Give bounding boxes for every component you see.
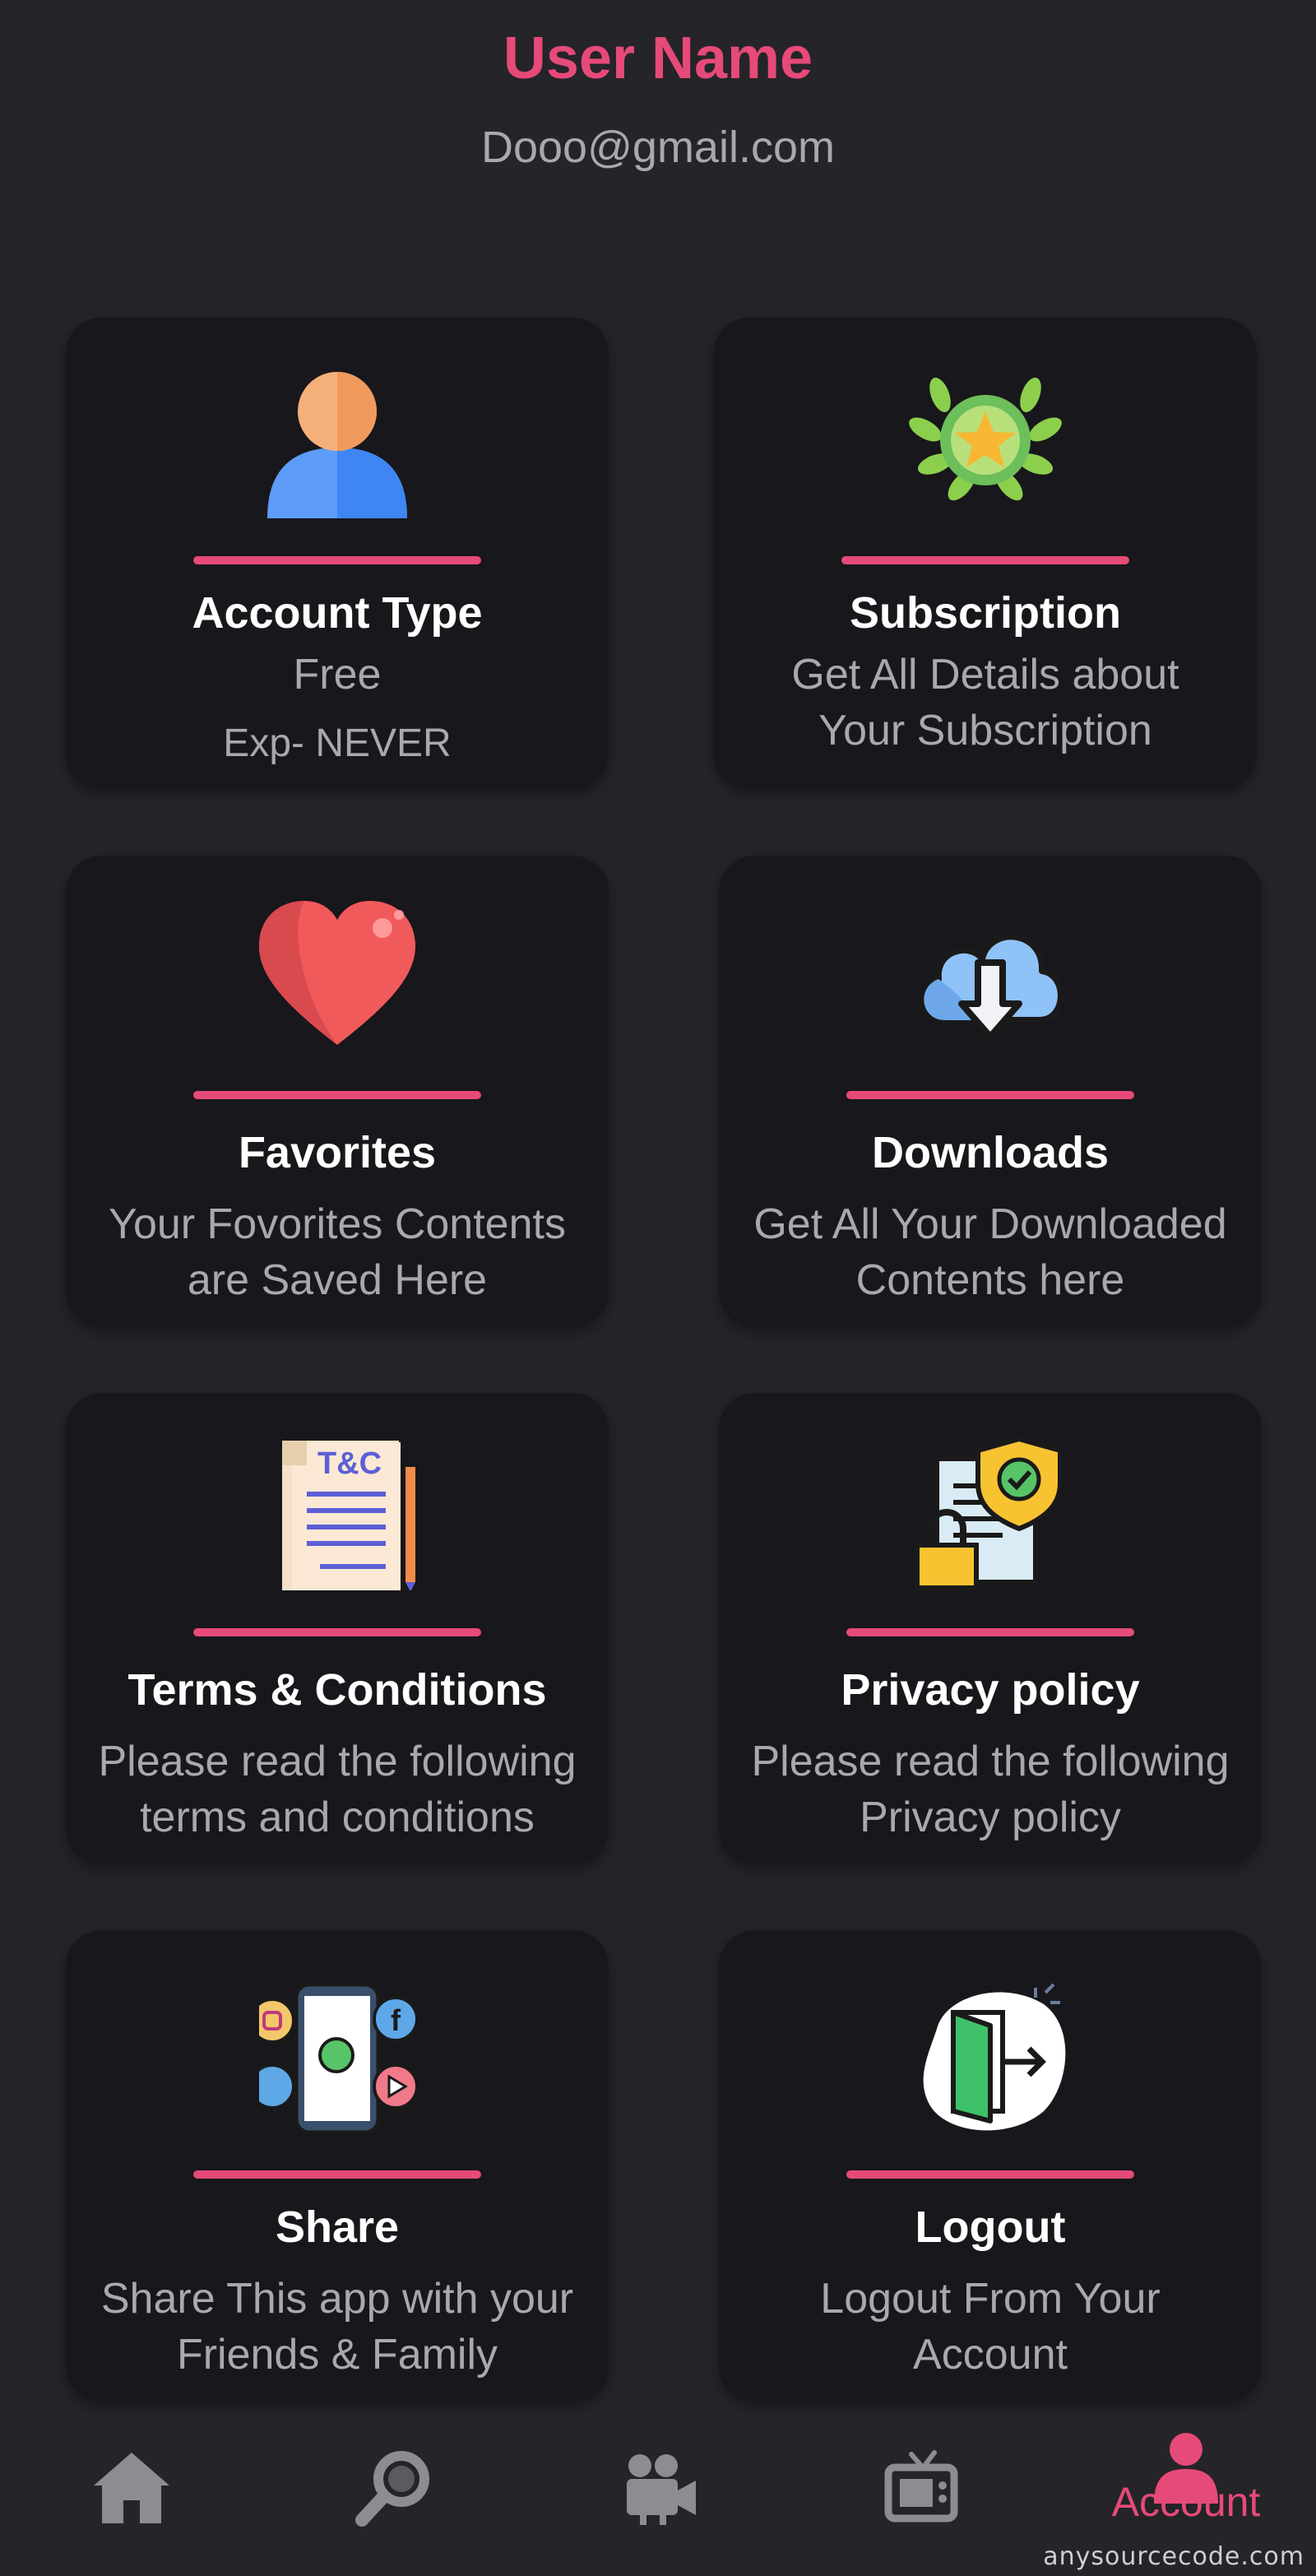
user-avatar-icon xyxy=(267,372,407,518)
card-title: Downloads xyxy=(871,1128,1109,1177)
user-name: User Name xyxy=(503,26,813,91)
card-divider xyxy=(841,556,1129,564)
card-description: Logout From Your xyxy=(820,2275,1161,2323)
nav-video[interactable] xyxy=(526,2415,790,2576)
privacy-policy-card[interactable]: Privacy policy Please read the following… xyxy=(719,1393,1262,1865)
card-description: Please read the following xyxy=(98,1738,577,1785)
video-camera-icon xyxy=(627,2454,696,2525)
account-type-card[interactable]: Account Type Free Exp- NEVER xyxy=(66,318,609,790)
user-email: Dooo@gmail.com xyxy=(481,123,835,172)
card-title: Favorites xyxy=(238,1128,437,1177)
card-divider xyxy=(193,2170,481,2179)
subscription-card[interactable]: Subscription Get All Details about Your … xyxy=(714,318,1257,790)
favorites-card[interactable]: Favorites Your Fovorites Contents are Sa… xyxy=(66,856,609,1328)
card-divider xyxy=(193,1628,481,1636)
card-title: Share xyxy=(275,2202,400,2252)
card-title: Privacy policy xyxy=(841,1665,1140,1715)
card-description-line2: Your Subscription xyxy=(818,707,1152,754)
cloud-download-icon xyxy=(920,933,1064,1040)
watermark: anysourcecode.com xyxy=(1043,2542,1304,2571)
card-description: Free xyxy=(293,651,382,699)
card-description-line2: Exp- NEVER xyxy=(223,722,452,765)
terms-conditions-card[interactable]: T&C Terms & Conditions Please read the f… xyxy=(66,1393,609,1865)
card-description-line2: Friends & Family xyxy=(176,2331,498,2379)
card-divider xyxy=(846,1091,1134,1099)
nav-home[interactable] xyxy=(0,2415,263,2576)
card-description-line2: are Saved Here xyxy=(187,1256,488,1304)
nav-account-label: Account xyxy=(1111,2479,1261,2525)
card-title: Account Type xyxy=(192,588,483,638)
card-description-line2: Contents here xyxy=(855,1256,1125,1304)
heart-icon xyxy=(259,901,415,1045)
terms-document-icon: T&C xyxy=(282,1441,415,1590)
card-description: Your Fovorites Contents xyxy=(109,1200,566,1248)
share-card[interactable]: f Share Share This app with your Friends… xyxy=(66,1930,609,2402)
home-icon xyxy=(94,2453,169,2523)
card-title: Logout xyxy=(915,2202,1066,2252)
tv-icon xyxy=(884,2450,958,2523)
card-description-line2: Account xyxy=(913,2331,1068,2379)
share-social-icon: f xyxy=(259,1982,415,2135)
card-description: Get All Details about xyxy=(791,651,1179,699)
nav-tv[interactable] xyxy=(790,2415,1053,2576)
laurel-star-icon xyxy=(909,377,1062,501)
card-divider xyxy=(846,2170,1134,2179)
logout-door-icon xyxy=(923,1983,1066,2131)
card-description-line2: Privacy policy xyxy=(860,1794,1121,1841)
downloads-card[interactable]: Downloads Get All Your Downloaded Conten… xyxy=(719,856,1262,1328)
card-divider xyxy=(193,556,481,564)
logout-card[interactable]: Logout Logout From Your Account xyxy=(719,1930,1262,2402)
card-description: Please read the following xyxy=(751,1738,1230,1785)
card-description: Get All Your Downloaded xyxy=(753,1200,1227,1248)
nav-search[interactable] xyxy=(263,2415,526,2576)
search-icon xyxy=(355,2451,429,2527)
card-title: Terms & Conditions xyxy=(127,1665,547,1715)
card-divider xyxy=(193,1091,481,1099)
card-divider xyxy=(846,1628,1134,1636)
card-description: Share This app with your xyxy=(100,2275,574,2323)
privacy-shield-icon xyxy=(915,1436,1063,1590)
card-title: Subscription xyxy=(849,588,1121,638)
card-description-line2: terms and conditions xyxy=(140,1794,535,1841)
svg-text:f: f xyxy=(391,2003,401,2037)
terms-icon-label: T&C xyxy=(317,1446,382,1481)
